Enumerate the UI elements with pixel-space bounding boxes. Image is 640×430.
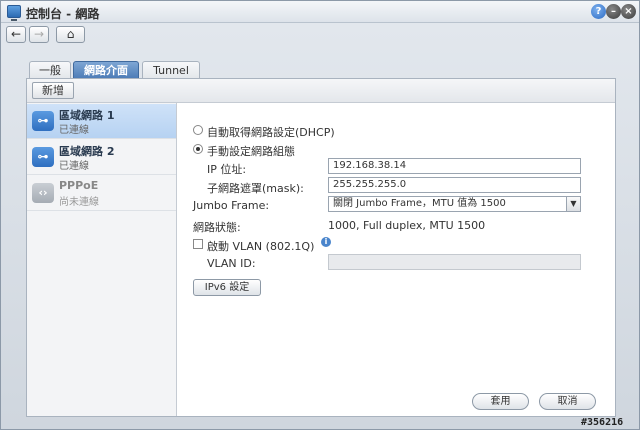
add-button[interactable]: 新增	[32, 82, 74, 99]
network-status-value: 1000, Full duplex, MTU 1500	[328, 219, 486, 232]
forward-button[interactable]: →	[29, 26, 49, 43]
sidebar-item-title: PPPoE	[59, 179, 99, 192]
network-icon: ⊶	[32, 147, 54, 167]
interface-settings: 自動取得網路設定(DHCP) 手動設定網路組態 IP 位址: 192.168.3…	[178, 103, 615, 416]
subnet-mask-field[interactable]: 255.255.255.0	[328, 177, 581, 193]
tab-network-interface[interactable]: 網路介面	[73, 61, 139, 79]
arrow-right-icon: →	[33, 27, 45, 41]
panel-toolbar: 新增	[27, 79, 615, 103]
manual-label: 手動設定網路組態	[207, 145, 295, 158]
main-panel: 新增 ⊶ 區域網路 1 已連線 ⊶ 區域網路 2 已連線 ‹› PPPoE 尚未…	[26, 78, 616, 417]
chevron-down-icon[interactable]: ▼	[566, 197, 580, 211]
interface-list: ⊶ 區域網路 1 已連線 ⊶ 區域網路 2 已連線 ‹› PPPoE 尚未連線	[27, 103, 177, 416]
info-icon[interactable]: i	[321, 237, 331, 247]
sidebar-item-pppoe[interactable]: ‹› PPPoE 尚未連線	[27, 176, 176, 211]
jumbo-frame-value: 關閉 Jumbo Frame，MTU 值為 1500	[333, 198, 506, 209]
mask-label: 子網路遮罩(mask):	[207, 182, 304, 195]
manual-radio[interactable]	[193, 144, 203, 154]
ip-label: IP 位址:	[207, 163, 247, 176]
sidebar-item-status: 已連線	[59, 161, 89, 172]
dhcp-radio[interactable]	[193, 125, 203, 135]
sidebar-item-status: 尚未連線	[59, 197, 99, 208]
cancel-button[interactable]: 取消	[539, 393, 596, 410]
tab-tunnel[interactable]: Tunnel	[142, 61, 200, 79]
window-title: 控制台 - 網路	[26, 7, 100, 21]
pppoe-icon: ‹›	[32, 183, 54, 203]
sidebar-item-status: 已連線	[59, 125, 89, 136]
minimize-button[interactable]: –	[606, 4, 621, 19]
ipv6-settings-button[interactable]: IPv6 設定	[193, 279, 261, 296]
jumbo-frame-label: Jumbo Frame:	[193, 199, 270, 212]
home-icon: ⌂	[66, 27, 75, 41]
watermark-text: #356216	[581, 417, 624, 428]
home-button[interactable]: ⌂	[56, 26, 85, 43]
network-icon: ⊶	[32, 111, 54, 131]
vlan-label: 啟動 VLAN (802.1Q)	[207, 240, 315, 253]
back-button[interactable]: ←	[6, 26, 26, 43]
monitor-icon	[7, 5, 21, 21]
ip-address-field[interactable]: 192.168.38.14	[328, 158, 581, 174]
network-status-label: 網路狀態:	[193, 221, 241, 234]
vlan-checkbox[interactable]	[193, 239, 203, 249]
sidebar-item-lan2[interactable]: ⊶ 區域網路 2 已連線	[27, 140, 176, 175]
apply-button[interactable]: 套用	[472, 393, 529, 410]
arrow-left-icon: ←	[10, 27, 22, 41]
control-panel-window: 控制台 - 網路 ? – × ← → ⌂ 一般 網路介面 Tunnel 新增 ⊶…	[0, 0, 640, 430]
title-bar: 控制台 - 網路 ? – ×	[1, 1, 639, 23]
sidebar-item-lan1[interactable]: ⊶ 區域網路 1 已連線	[27, 104, 176, 139]
vlan-id-field[interactable]	[328, 254, 581, 270]
jumbo-frame-select[interactable]: 關閉 Jumbo Frame，MTU 值為 1500 ▼	[328, 196, 581, 212]
tab-general[interactable]: 一般	[29, 61, 71, 79]
help-button[interactable]: ?	[591, 4, 606, 19]
vlan-id-label: VLAN ID:	[207, 257, 256, 270]
dhcp-label: 自動取得網路設定(DHCP)	[207, 126, 335, 139]
close-button[interactable]: ×	[621, 4, 636, 19]
